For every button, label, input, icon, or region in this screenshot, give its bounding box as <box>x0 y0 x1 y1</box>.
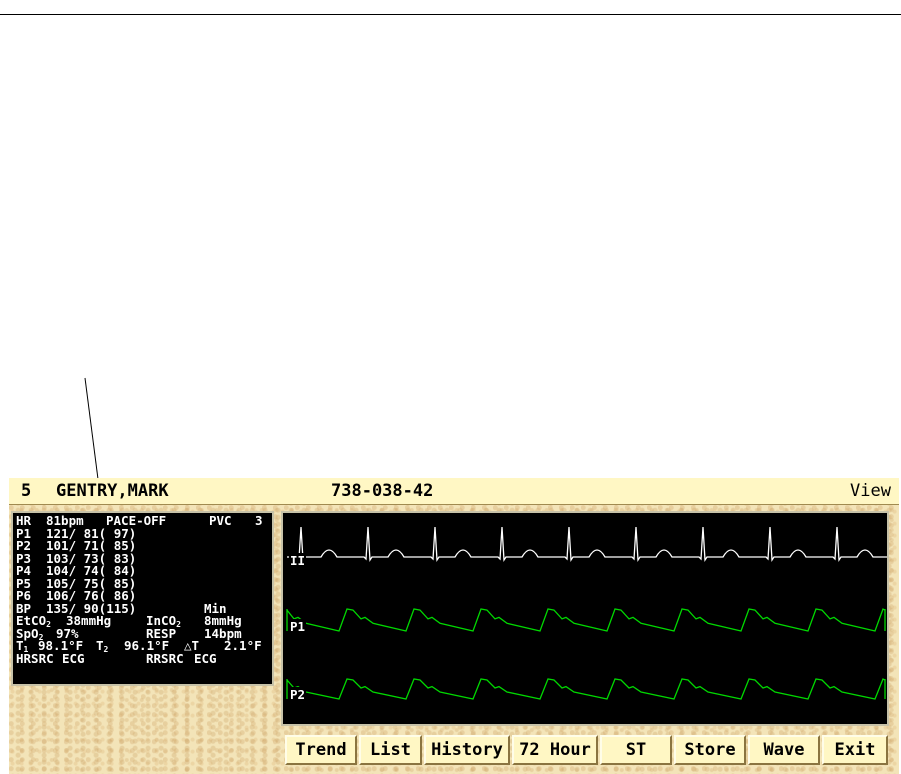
list-button[interactable]: List <box>359 735 422 765</box>
hr-source-label: HRSRC <box>16 650 54 666</box>
rr-source-label: RRSRC <box>146 650 184 666</box>
delta-t-value: 2.1°F <box>224 638 262 653</box>
patient-header-bar: 5 GENTRY,MARK 738-038-42 View <box>9 478 899 505</box>
p2-trace <box>286 678 886 700</box>
history-button[interactable]: History <box>424 735 510 765</box>
hr-source-value: ECG <box>62 650 85 666</box>
p1-trace <box>286 608 886 632</box>
trend-button[interactable]: Trend <box>285 735 357 765</box>
top-rule <box>0 14 901 15</box>
lead-label-ii: II <box>289 553 307 568</box>
pvc-label: PVC <box>209 513 232 528</box>
vital-parameters-panel: HR 81bpm PACE-OFF PVC 3 P1 121/ 81( 97) … <box>11 511 274 686</box>
72-hour-button[interactable]: 72 Hour <box>512 735 598 765</box>
patient-monitor-screen: 5 GENTRY,MARK 738-038-42 View HR 81bpm P… <box>9 478 899 774</box>
medical-record-number: 738-038-42 <box>331 481 434 501</box>
ecg-trace <box>287 526 887 562</box>
source-row: HRSRC ECG RRSRC ECG <box>16 650 272 666</box>
temperature-row: T1 98.1°F T2 96.1°F △T 2.1°F <box>16 638 272 654</box>
wave-button[interactable]: Wave <box>748 735 820 765</box>
exit-button[interactable]: Exit <box>822 735 888 765</box>
waveform-display: II P1 P2 <box>281 511 889 726</box>
patient-name: GENTRY,MARK <box>56 481 169 501</box>
rr-source-value: ECG <box>194 650 217 666</box>
pvc-value: 3 <box>255 513 263 528</box>
waveform-traces <box>286 526 887 700</box>
lead-label-p1: P1 <box>289 619 307 634</box>
st-button[interactable]: ST <box>600 735 672 765</box>
view-button[interactable]: View <box>850 481 891 501</box>
store-button[interactable]: Store <box>674 735 746 765</box>
lead-label-p2: P2 <box>289 687 307 702</box>
bed-number: 5 <box>21 481 32 501</box>
